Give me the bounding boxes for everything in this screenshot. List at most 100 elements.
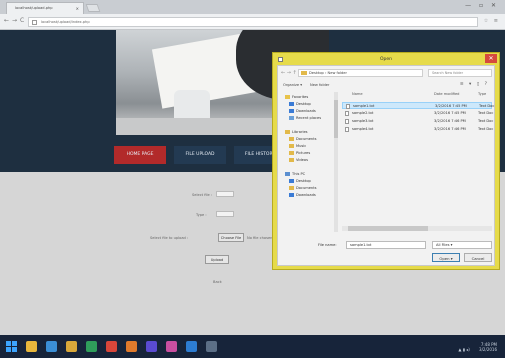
downloads-icon [289, 193, 294, 197]
back-icon[interactable]: ← [4, 17, 9, 24]
sidebar-item-favorites[interactable]: Favorites [285, 95, 308, 99]
file-name: sample3.txt [352, 119, 374, 123]
organize-button[interactable]: Organize ▾ [283, 83, 302, 87]
ie-icon[interactable] [46, 341, 57, 352]
file-name: sample1.txt [353, 104, 375, 108]
start-icon-pane [6, 341, 11, 346]
tray-icons[interactable]: ▲ ▮ ◂) [458, 347, 471, 352]
type-input[interactable] [216, 211, 234, 217]
sidebar-item-label: Downloads [296, 109, 316, 113]
documents-icon [289, 137, 294, 141]
clock-date: 3/2/2016 [479, 347, 497, 352]
file-row[interactable]: sample4.txt 3/2/2016 7:46 PM Text Doc [342, 126, 494, 133]
clock[interactable]: 7:48 PM 3/2/2016 [479, 342, 497, 352]
scroll-thumb[interactable] [334, 100, 338, 138]
new-folder-button[interactable]: New folder [310, 83, 329, 87]
scroll-thumb[interactable] [348, 226, 428, 231]
nav-upload-button[interactable]: FILE UPLOAD [174, 146, 226, 164]
file-row[interactable]: sample2.txt 3/2/2016 7:45 PM Text Doc [342, 110, 493, 117]
column-date[interactable]: Date modified [434, 92, 459, 96]
sidebar-item-libraries[interactable]: Libraries [285, 130, 308, 134]
sidebar-item-recent[interactable]: Recent places [289, 116, 321, 120]
start-icon-pane [12, 347, 17, 352]
file-type-select[interactable]: All Files ▾ [432, 241, 492, 249]
sidebar-item-label: Favorites [292, 95, 309, 99]
sidebar-item-label: Recent places [296, 116, 322, 120]
sidebar-item-pc-documents[interactable]: Documents [289, 186, 317, 190]
sidebar-item-desktop[interactable]: Desktop [289, 102, 311, 106]
view-options-icon[interactable]: ≡ ▾ ▯ ? [460, 82, 489, 87]
file-date: 3/2/2016 7:45 PM [435, 104, 467, 108]
no-file-text: No file chosen [247, 236, 273, 240]
back-link[interactable]: Back [213, 280, 222, 284]
cancel-button[interactable]: Cancel [464, 253, 492, 262]
sidebar-item-pictures[interactable]: Pictures [289, 151, 310, 155]
upload-button[interactable]: Upload [205, 255, 229, 264]
file-name-input[interactable]: sample1.txt [346, 241, 426, 249]
app-icon[interactable] [146, 341, 157, 352]
new-tab-button[interactable] [85, 4, 101, 12]
library-icon [285, 130, 290, 134]
chrome-icon[interactable] [106, 341, 117, 352]
sidebar-item-pc-downloads[interactable]: Downloads [289, 193, 316, 197]
desktop-icon [289, 179, 294, 183]
dialog-close-button[interactable]: ✕ [485, 54, 497, 63]
forward-icon[interactable]: → [12, 17, 17, 24]
vs-icon[interactable] [186, 341, 197, 352]
documents-icon [289, 186, 294, 190]
firefox-icon[interactable] [126, 341, 137, 352]
reload-icon[interactable]: C [20, 17, 24, 24]
column-type[interactable]: Type [478, 92, 486, 96]
sidebar-item-this-pc[interactable]: This PC [285, 172, 305, 176]
sidebar-item-label: Pictures [296, 151, 311, 155]
sidebar-item-videos[interactable]: Videos [289, 158, 308, 162]
explorer-icon[interactable] [26, 341, 37, 352]
navigation-scrollbar[interactable] [334, 92, 338, 232]
column-name[interactable]: Name [352, 92, 363, 96]
address-bar[interactable]: localhost/upload/index.php [28, 17, 478, 27]
sidebar-item-documents[interactable]: Documents [289, 137, 317, 141]
start-icon-pane [6, 347, 11, 352]
name-input[interactable] [216, 191, 234, 197]
sidebar-item-label: Desktop [296, 179, 311, 183]
file-name-label: File name: [318, 243, 337, 247]
window-controls[interactable]: — ▫ ✕ [465, 2, 499, 9]
sidebar-item-music[interactable]: Music [289, 144, 306, 148]
tab-close-icon[interactable]: × [76, 6, 79, 11]
sidebar-item-pc-desktop[interactable]: Desktop [289, 179, 311, 183]
dialog-search-input[interactable]: Search New folder [428, 69, 492, 77]
dialog-title: Open [379, 57, 393, 62]
open-button[interactable]: Open ▾ [432, 253, 460, 262]
menu-icon[interactable]: ☆ ≡ [484, 18, 500, 24]
dialog-path-bar[interactable]: Desktop › New folder [298, 69, 423, 77]
pictures-icon [289, 151, 294, 155]
dialog-path-text: Desktop › New folder [309, 71, 347, 75]
text-file-icon [345, 127, 349, 132]
horizontal-scrollbar[interactable] [342, 226, 492, 231]
store-icon[interactable] [86, 341, 97, 352]
file-label: Select file to upload : [150, 236, 189, 240]
file-type: Text Doc [479, 104, 495, 108]
videos-icon [289, 158, 294, 162]
nav-home-button[interactable]: HOME PAGE [114, 146, 166, 164]
sidebar-item-downloads[interactable]: Downloads [289, 109, 316, 113]
browser-toolbar: ← → C localhost/upload/index.php ☆ ≡ [0, 14, 505, 30]
file-row[interactable]: sample3.txt 3/2/2016 7:46 PM Text Doc [342, 118, 494, 125]
file-row[interactable]: sample1.txt 3/2/2016 7:45 PM Text Doc [342, 102, 495, 109]
files-icon[interactable] [66, 341, 77, 352]
tab-strip: localhost/upload.php × — ▫ ✕ [0, 0, 505, 14]
file-type: Text Doc [478, 119, 494, 123]
folder-icon[interactable] [206, 341, 217, 352]
desktop-icon [289, 102, 294, 106]
file-type: Text Doc [478, 127, 494, 131]
start-icon[interactable] [6, 341, 17, 352]
file-name: sample2.txt [352, 111, 374, 115]
dialog-nav-arrows[interactable]: ← → ↑ [281, 70, 297, 76]
file-date: 3/2/2016 7:46 PM [434, 119, 466, 123]
text-file-icon [346, 104, 350, 109]
page-icon [32, 20, 37, 25]
choose-file-button[interactable]: Choose File [218, 233, 244, 242]
browser-tab[interactable]: localhost/upload.php × [6, 2, 84, 14]
paint-icon[interactable] [166, 341, 177, 352]
sidebar-item-label: This PC [292, 172, 306, 176]
